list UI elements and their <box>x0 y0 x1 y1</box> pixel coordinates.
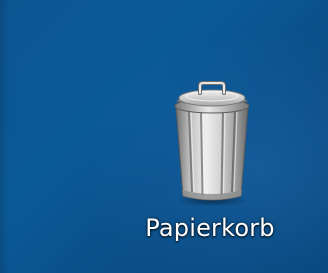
trash-desktop-icon[interactable]: Papierkorb <box>110 72 310 262</box>
trash-label[interactable]: Papierkorb <box>110 212 310 244</box>
trash-can-icon[interactable] <box>167 72 257 210</box>
desktop-background[interactable]: Papierkorb <box>0 0 328 273</box>
